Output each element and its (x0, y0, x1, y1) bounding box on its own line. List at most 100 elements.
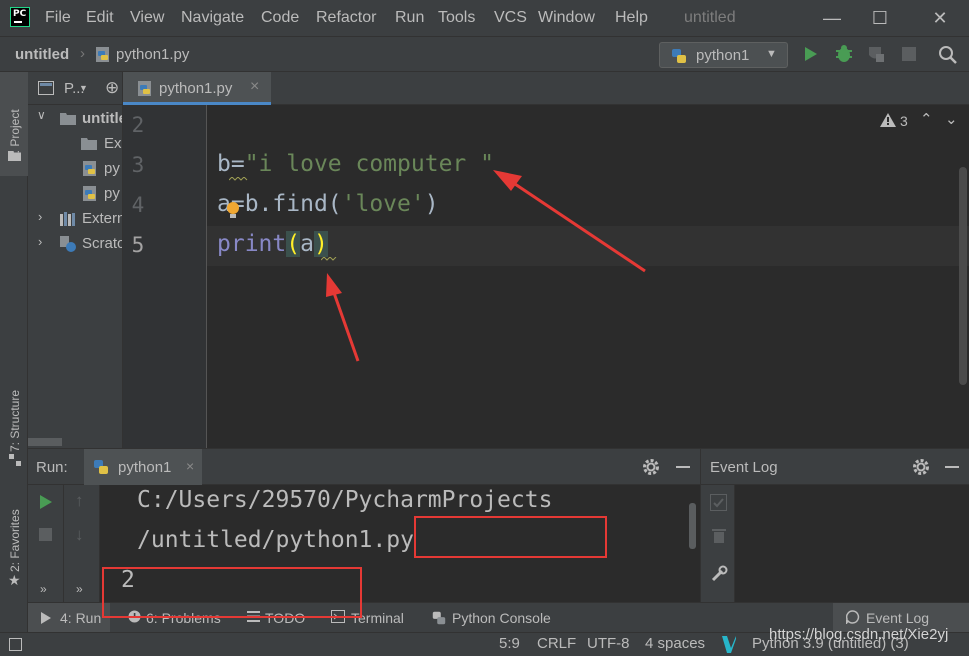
output-line: C:/Users/29570/PycharmProjects (137, 487, 553, 513)
trash-icon[interactable] (712, 527, 726, 543)
bottom-tab-run[interactable]: 4: Run (60, 610, 101, 626)
menu-file[interactable]: File (45, 9, 71, 27)
stop-icon[interactable] (39, 528, 52, 541)
gear-icon[interactable] (642, 458, 660, 476)
folder-icon (60, 112, 76, 125)
breadcrumb-file[interactable]: python1.py (116, 46, 189, 63)
chevron-right-icon[interactable]: › (38, 209, 42, 224)
editor-tab-bar: python1.py × (123, 72, 969, 105)
menu-window[interactable]: Window (538, 9, 595, 27)
code-token: =b.find( (230, 191, 342, 217)
search-icon[interactable] (938, 45, 958, 65)
hide-panel-icon[interactable] (676, 466, 690, 468)
editor-scrollbar[interactable] (959, 167, 967, 385)
run-tab-python1[interactable]: python1 × (84, 449, 202, 485)
tree-label-file: py (104, 160, 120, 177)
folder-icon (81, 137, 97, 150)
rerun-icon[interactable] (39, 494, 53, 510)
run-tab-icon (41, 612, 51, 624)
close-tab-icon[interactable]: × (250, 78, 259, 96)
line-number: 3 (131, 153, 145, 177)
minimize-icon[interactable]: — (812, 6, 852, 30)
tree-row-project-root[interactable]: ∨ untitled (28, 107, 122, 132)
line-separator[interactable]: CRLF (537, 635, 576, 652)
left-tool-strip: 1: Project 7: Structure 2: Favorites ★ (0, 72, 28, 650)
arrow-down-icon[interactable]: ↓ (75, 525, 84, 545)
event-log-icon (846, 610, 860, 624)
more-actions-icon[interactable]: » (76, 582, 83, 596)
menu-tools[interactable]: Tools (438, 9, 475, 27)
warning-icon[interactable] (880, 113, 896, 127)
breadcrumb-project[interactable]: untitled (15, 46, 69, 63)
project-view-icon (38, 81, 54, 95)
dropdown-arrow-icon: ▼ (766, 48, 777, 60)
tree-label-external-libraries: Extern (82, 210, 123, 227)
file-encoding[interactable]: UTF-8 (587, 635, 630, 652)
navigation-bar: untitled › python1.py python1 ▼ (0, 36, 969, 72)
favorites-tool-tab[interactable]: 2: Favorites (8, 492, 22, 572)
python-file-icon (95, 46, 111, 63)
tree-row-external-libraries[interactable]: › Extern (28, 207, 123, 232)
menu-code[interactable]: Code (261, 9, 299, 27)
weak-warning-squiggle (229, 177, 248, 181)
close-tab-icon[interactable]: × (186, 458, 194, 474)
locate-file-icon[interactable]: ⊕ (105, 78, 119, 98)
python-icon (92, 458, 110, 476)
indent-setting[interactable]: 4 spaces (645, 635, 705, 652)
lightbulb-icon[interactable] (225, 201, 241, 221)
code-token: b= (217, 151, 245, 177)
layout-toggle-icon[interactable] (9, 638, 22, 651)
star-icon: ★ (8, 572, 21, 588)
code-editor[interactable]: 3 ⌃ ⌄ b="i love computer " a=b.find('lov… (207, 105, 969, 448)
tree-row-folder[interactable]: Ex (28, 132, 122, 157)
project-view-dropdown-icon[interactable]: ▼ (79, 83, 88, 93)
close-window-icon[interactable]: ✕ (920, 6, 960, 30)
structure-tool-tab[interactable]: 7: Structure (8, 372, 22, 452)
menu-navigate[interactable]: Navigate (181, 9, 244, 27)
tree-row-python-file[interactable]: py (28, 157, 122, 182)
menu-view[interactable]: View (130, 9, 164, 27)
run-configuration-label: python1 (696, 47, 750, 64)
run-icon[interactable] (804, 46, 818, 62)
menu-edit[interactable]: Edit (86, 9, 114, 27)
editor-tab-python1[interactable]: python1.py × (123, 72, 271, 105)
mark-read-icon[interactable] (710, 494, 727, 511)
python-console-icon (431, 610, 447, 626)
chevron-up-icon[interactable]: ⌃ (920, 110, 933, 128)
weak-warning-squiggle (321, 257, 337, 261)
chevron-down-icon[interactable]: ∨ (37, 108, 46, 122)
project-tool-tab[interactable]: 1: Project (8, 80, 22, 160)
gear-icon[interactable] (912, 458, 930, 476)
scratches-icon (60, 236, 76, 252)
more-actions-icon[interactable]: » (40, 582, 47, 596)
bottom-tab-event-log[interactable]: Event Log (866, 610, 929, 626)
hide-panel-icon[interactable] (945, 466, 959, 468)
coverage-icon[interactable] (866, 45, 886, 63)
tree-row-python-file[interactable]: py (28, 182, 122, 207)
line-number: 4 (131, 193, 145, 217)
bottom-tab-python-console[interactable]: Python Console (452, 610, 551, 626)
run-configuration-select[interactable]: python1 ▼ (659, 42, 788, 68)
warning-count[interactable]: 3 (900, 113, 908, 129)
wrench-icon[interactable] (710, 565, 728, 583)
code-paren: ( (286, 231, 301, 257)
chevron-right-icon[interactable]: › (38, 234, 42, 249)
console-scrollbar[interactable] (689, 503, 696, 549)
tree-label-project: untitled (82, 110, 122, 127)
stop-icon[interactable] (902, 47, 916, 61)
code-token: ) (424, 191, 439, 217)
arrow-up-icon[interactable]: ↑ (75, 491, 84, 511)
line-number: 5 (131, 233, 145, 257)
menu-help[interactable]: Help (615, 9, 648, 27)
menu-refactor[interactable]: Refactor (316, 9, 376, 27)
debug-icon[interactable] (834, 45, 854, 63)
tree-label-folder: Ex (104, 135, 122, 152)
menu-run[interactable]: Run (395, 9, 424, 27)
chevron-down-icon[interactable]: ⌄ (945, 110, 958, 128)
project-scrollbar[interactable] (28, 438, 62, 446)
menu-vcs[interactable]: VCS (494, 9, 527, 27)
maximize-icon[interactable]: ☐ (860, 6, 900, 30)
watermark-text: https://blog.csdn.net/Xie2yj (769, 626, 949, 643)
caret-position[interactable]: 5:9 (499, 635, 520, 652)
tree-row-scratches[interactable]: › Scrato (28, 232, 122, 257)
